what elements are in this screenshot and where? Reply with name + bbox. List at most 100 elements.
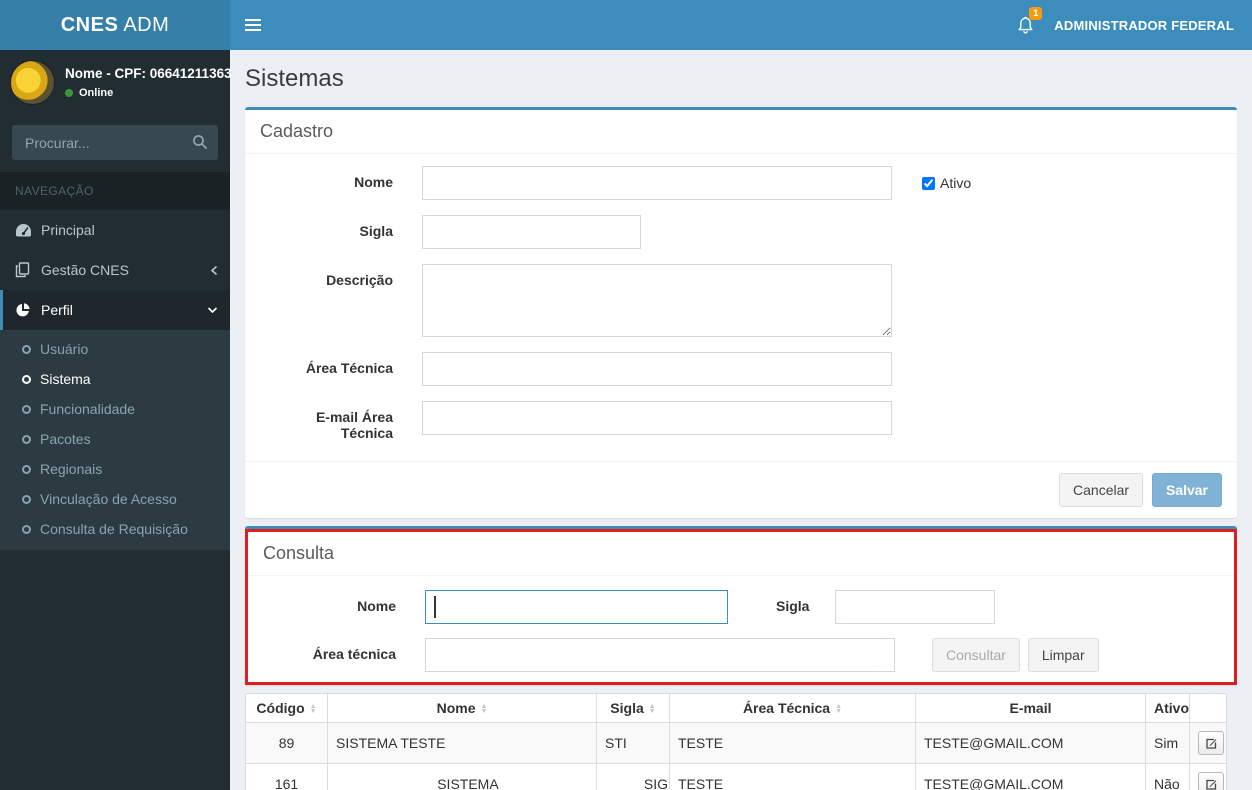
sidebar: Nome - CPF: 06641211363 Online NAVEGAÇÃO (0, 50, 232, 790)
files-icon (15, 262, 41, 278)
cell-codigo: 89 (245, 722, 328, 764)
sidebar-subitem-usuario[interactable]: Usuário (0, 334, 230, 364)
sidebar-item-gestao-cnes[interactable]: Gestão CNES (0, 250, 230, 290)
pie-chart-icon (15, 302, 41, 318)
edit-pencil-icon (1205, 737, 1218, 750)
sort-icon: ▲ ▼ (480, 703, 488, 716)
perfil-submenu: Usuário Sistema Funcionalidade Pacotes R… (0, 330, 230, 550)
circle-icon (22, 524, 31, 534)
notifications-button[interactable]: 1 (1003, 0, 1048, 50)
sidebar-subitem-funcionalidade[interactable]: Funcionalidade (0, 394, 230, 424)
column-header-email: E-mail (915, 693, 1146, 723)
sigla-input[interactable] (422, 215, 641, 249)
circle-icon (22, 494, 31, 504)
cadastro-panel: Cadastro Nome Ativo Sigla Descrição Área… (245, 107, 1237, 518)
sort-icon: ▲ ▼ (648, 703, 656, 716)
sidebar-item-label: Gestão CNES (41, 262, 129, 278)
app-logo[interactable]: CNES ADM (0, 0, 230, 50)
sidebar-subitem-regionais[interactable]: Regionais (0, 454, 230, 484)
cancelar-button[interactable]: Cancelar (1059, 473, 1144, 507)
page-title: Sistemas (245, 65, 344, 92)
limpar-button[interactable]: Limpar (1027, 638, 1099, 672)
consulta-panel: Consulta Nome Sigla Área técnica Consult… (245, 526, 1237, 685)
sidebar-item-perfil[interactable]: Perfil (0, 290, 230, 330)
column-header-sigla[interactable]: Sigla ▲ ▼ (596, 693, 670, 723)
circle-icon (22, 464, 31, 474)
sidebar-item-label: Principal (41, 222, 95, 238)
dashboard-icon (15, 223, 41, 238)
user-status[interactable]: Online (65, 87, 232, 99)
consulta-sigla-label: Sigla (776, 598, 810, 614)
cell-area-tecnica: TESTE (669, 722, 916, 764)
cell-codigo: 161 (245, 763, 328, 790)
search-icon[interactable] (192, 134, 208, 150)
cell-area-tecnica: TESTE (669, 763, 916, 790)
app-logo-light: ADM (123, 13, 170, 36)
sidebar-subitem-pacotes[interactable]: Pacotes (0, 424, 230, 454)
column-header-codigo[interactable]: Código ▲ ▼ (245, 693, 328, 723)
sidebar-subitem-vinculacao-de-acesso[interactable]: Vinculação de Acesso (0, 484, 230, 514)
hamburger-icon (245, 16, 261, 34)
current-user-label[interactable]: ADMINISTRADOR FEDERAL (1054, 18, 1234, 33)
user-avatar[interactable] (10, 60, 55, 105)
table-header-row: Código ▲ ▼ Nome ▲ ▼ Sigla ▲ ▼ Área Técnica ▲ ▼ E… (245, 693, 1227, 723)
cell-sigla: STI (596, 722, 670, 764)
notification-count-badge: 1 (1029, 7, 1043, 20)
cell-nome: _____________SISTEMA (327, 763, 597, 790)
sidebar-item-principal[interactable]: Principal (0, 210, 230, 250)
cell-email: TESTE@GMAIL.COM (915, 722, 1146, 764)
sidebar-item-label: Perfil (41, 302, 73, 318)
column-header-ativo: Ativo (1145, 693, 1190, 723)
sidebar-subitem-sistema[interactable]: Sistema (0, 364, 230, 394)
subitem-label: Usuário (40, 341, 89, 357)
consulta-area-tecnica-input[interactable] (425, 638, 895, 672)
ativo-label: Ativo (940, 175, 972, 191)
cell-email: TESTE@GMAIL.COM (915, 763, 1146, 790)
ativo-checkbox[interactable] (922, 176, 935, 190)
email-area-tecnica-input[interactable] (422, 401, 892, 435)
edit-row-button[interactable] (1198, 731, 1224, 755)
sidebar-search (12, 125, 218, 160)
subitem-label: Funcionalidade (40, 401, 135, 417)
column-header-nome[interactable]: Nome ▲ ▼ (327, 693, 597, 723)
text-caret (434, 596, 436, 618)
cell-ativo: Não (1145, 763, 1190, 790)
consulta-panel-title: Consulta (248, 532, 1234, 576)
top-bar: CNES ADM 1 ADMINISTRADOR FEDERAL (0, 0, 1252, 50)
column-header-area-tecnica[interactable]: Área Técnica ▲ ▼ (669, 693, 916, 723)
main-content: Sistemas Cadastro Nome Ativo Sigla Descr… (230, 50, 1252, 790)
app-logo-bold: CNES (60, 13, 119, 36)
subitem-label: Regionais (40, 461, 103, 477)
online-status-label: Online (79, 87, 114, 99)
sidebar-toggle-button[interactable] (230, 0, 276, 50)
chevron-left-icon (210, 265, 218, 276)
circle-icon (22, 374, 31, 384)
cell-nome: SISTEMA TESTE (327, 722, 597, 764)
nome-input[interactable] (422, 166, 892, 200)
consultar-button[interactable]: Consultar (932, 638, 1020, 672)
subitem-label: Consulta de Requisição (40, 521, 188, 537)
sidebar-search-input[interactable] (12, 125, 218, 160)
user-panel: Nome - CPF: 06641211363 Online (0, 50, 232, 115)
nome-label: Nome (354, 174, 393, 190)
circle-icon (22, 434, 31, 444)
cell-ativo: Sim (1145, 722, 1190, 764)
edit-pencil-icon (1205, 778, 1218, 790)
chevron-down-icon (207, 306, 218, 314)
consulta-nome-label: Nome (357, 598, 396, 614)
consulta-area-tecnica-label: Área técnica (312, 646, 396, 662)
descricao-textarea[interactable] (422, 264, 892, 337)
sidebar-subitem-consulta-de-requisicao[interactable]: Consulta de Requisição (0, 514, 230, 544)
consulta-nome-input[interactable] (425, 590, 728, 624)
online-status-icon (65, 89, 73, 97)
sort-icon: ▲ ▼ (309, 703, 317, 716)
consulta-sigla-input[interactable] (835, 590, 996, 624)
column-header-actions (1189, 693, 1227, 723)
salvar-button[interactable]: Salvar (1151, 473, 1222, 507)
area-tecnica-label: Área Técnica (305, 360, 393, 376)
area-tecnica-input[interactable] (422, 352, 892, 386)
consulta-highlight-box: Consulta Nome Sigla Área técnica Consult… (245, 529, 1237, 685)
descricao-label: Descrição (326, 272, 393, 288)
user-name: Nome - CPF: 06641211363 (65, 66, 232, 81)
edit-row-button[interactable] (1198, 772, 1224, 790)
